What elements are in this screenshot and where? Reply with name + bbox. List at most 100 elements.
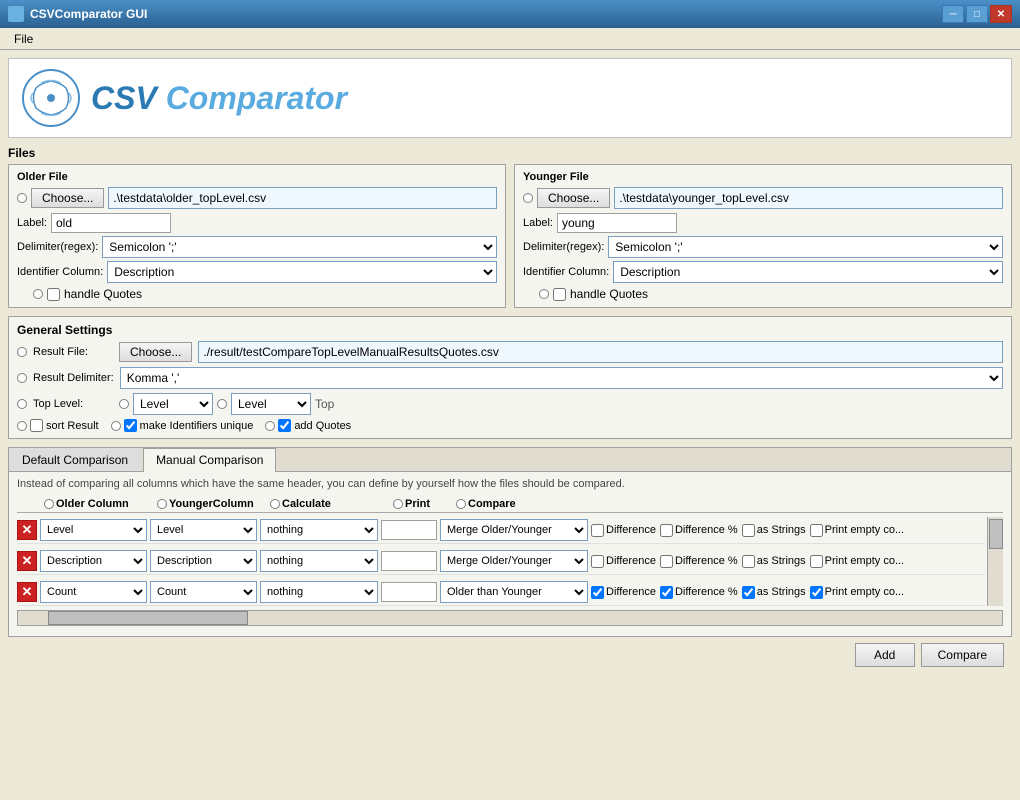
files-label: Files <box>8 146 1012 160</box>
result-file-radio[interactable] <box>17 347 27 357</box>
younger-file-path[interactable] <box>614 187 1003 209</box>
younger-label-input[interactable] <box>557 213 677 233</box>
diff-pct-label-row1[interactable]: Difference % <box>660 524 738 537</box>
older-file-radio[interactable] <box>17 193 27 203</box>
result-file-path[interactable] <box>198 341 1003 363</box>
diff-pct-checkbox-row3[interactable] <box>660 586 673 599</box>
diff-pct-checkbox-row1[interactable] <box>660 524 673 537</box>
younger-col-select-row2[interactable]: Description <box>150 550 257 572</box>
top-level-text: Top <box>315 397 334 411</box>
compare-button[interactable]: Compare <box>921 643 1004 667</box>
print-input-row1[interactable] <box>381 520 437 540</box>
as-strings-checkbox-row3[interactable] <box>742 586 755 599</box>
add-quotes-checkbox[interactable] <box>278 419 291 432</box>
sort-result-radio[interactable] <box>17 421 27 431</box>
younger-file-radio[interactable] <box>523 193 533 203</box>
result-delimiter-radio[interactable] <box>17 373 27 383</box>
logo-section: CSV Comparator <box>8 58 1012 138</box>
make-id-unique-radio[interactable] <box>111 421 121 431</box>
older-delimiter-select[interactable]: Semicolon ';' <box>102 236 497 258</box>
diff-label-row1[interactable]: Difference <box>591 524 656 537</box>
diff-checkbox-row3[interactable] <box>591 586 604 599</box>
merge-select-row1[interactable]: Merge Older/Younger <box>440 519 588 541</box>
maximize-button[interactable]: □ <box>966 5 988 23</box>
as-strings-label-row2[interactable]: as Strings <box>742 555 806 568</box>
diff-label-row2[interactable]: Difference <box>591 555 656 568</box>
sort-result-checkbox[interactable] <box>30 419 43 432</box>
older-file-group: Older File Choose... Label: Delimiter(re… <box>8 164 506 308</box>
result-delimiter-select[interactable]: Komma ',' <box>120 367 1003 389</box>
print-input-row2[interactable] <box>381 551 437 571</box>
minimize-button[interactable]: ─ <box>942 5 964 23</box>
younger-label-text: Label: <box>523 217 553 229</box>
tab-default-comparison[interactable]: Default Comparison <box>9 448 141 471</box>
younger-delimiter-select[interactable]: Semicolon ';' <box>608 236 1003 258</box>
younger-col-select-row3[interactable]: Count <box>150 581 257 603</box>
older-col-select-row2[interactable]: Description <box>40 550 147 572</box>
diff-checkbox-row1[interactable] <box>591 524 604 537</box>
delete-row-1-button[interactable]: ✕ <box>17 520 37 540</box>
result-file-label: Result File: <box>33 346 113 358</box>
diff-pct-label-row2[interactable]: Difference % <box>660 555 738 568</box>
top-level-select2-radio[interactable] <box>217 399 227 409</box>
delete-row-2-button[interactable]: ✕ <box>17 551 37 571</box>
diff-pct-checkbox-row2[interactable] <box>660 555 673 568</box>
merge-select-row2[interactable]: Merge Older/Younger <box>440 550 588 572</box>
print-empty-label-row2[interactable]: Print empty co... <box>810 555 904 568</box>
print-empty-checkbox-row3[interactable] <box>810 586 823 599</box>
older-choose-button[interactable]: Choose... <box>31 188 104 208</box>
as-strings-checkbox-row2[interactable] <box>742 555 755 568</box>
app-icon <box>8 6 24 22</box>
tab-manual-comparison[interactable]: Manual Comparison <box>143 448 276 472</box>
calculate-select-row2[interactable]: nothing <box>260 550 378 572</box>
diff-pct-label-row3[interactable]: Difference % <box>660 586 738 599</box>
calculate-select-row1[interactable]: nothing <box>260 519 378 541</box>
top-level-select1-radio[interactable] <box>119 399 129 409</box>
print-input-row3[interactable] <box>381 582 437 602</box>
calculate-select-row3[interactable]: nothing <box>260 581 378 603</box>
merge-select-row3[interactable]: Older than Younger <box>440 581 588 603</box>
older-file-path[interactable] <box>108 187 497 209</box>
younger-choose-button[interactable]: Choose... <box>537 188 610 208</box>
older-identifier-select[interactable]: Description <box>107 261 497 283</box>
add-button[interactable]: Add <box>855 643 915 667</box>
menu-file[interactable]: File <box>6 30 41 48</box>
logo-text: CSV Comparator <box>91 80 347 117</box>
result-file-choose-button[interactable]: Choose... <box>119 342 192 362</box>
col-header-delete <box>17 498 41 510</box>
make-id-unique-checkbox[interactable] <box>124 419 137 432</box>
top-level-select1[interactable]: Level <box>133 393 213 415</box>
older-label-input[interactable] <box>51 213 171 233</box>
older-col-select-row3[interactable]: Count <box>40 581 147 603</box>
younger-quotes-radio[interactable] <box>539 289 549 299</box>
younger-identifier-select[interactable]: Description <box>613 261 1003 283</box>
print-empty-label-row1[interactable]: Print empty co... <box>810 524 904 537</box>
h-scroll-thumb[interactable] <box>48 611 248 625</box>
top-level-radio[interactable] <box>17 399 27 409</box>
close-button[interactable]: ✕ <box>990 5 1012 23</box>
menu-bar: File <box>0 28 1020 50</box>
older-file-label: Older File <box>17 171 497 183</box>
diff-label-row3[interactable]: Difference <box>591 586 656 599</box>
horizontal-scrollbar[interactable] <box>17 610 1003 626</box>
older-quotes-radio[interactable] <box>33 289 43 299</box>
as-strings-checkbox-row1[interactable] <box>742 524 755 537</box>
print-empty-checkbox-row1[interactable] <box>810 524 823 537</box>
as-strings-label-row1[interactable]: as Strings <box>742 524 806 537</box>
older-label-text: Label: <box>17 217 47 229</box>
younger-col-select-row1[interactable]: Level <box>150 519 257 541</box>
print-empty-checkbox-row2[interactable] <box>810 555 823 568</box>
print-empty-label-row3[interactable]: Print empty co... <box>810 586 904 599</box>
top-level-select2[interactable]: Level <box>231 393 311 415</box>
tabs-header: Default Comparison Manual Comparison <box>9 448 1011 472</box>
delete-row-3-button[interactable]: ✕ <box>17 582 37 602</box>
title-bar-text: CSVComparator GUI <box>30 7 147 21</box>
older-col-select-row1[interactable]: Level <box>40 519 147 541</box>
vertical-scrollbar[interactable] <box>987 517 1003 606</box>
diff-checkbox-row2[interactable] <box>591 555 604 568</box>
add-quotes-radio[interactable] <box>265 421 275 431</box>
younger-handle-quotes-checkbox[interactable] <box>553 288 566 301</box>
as-strings-label-row3[interactable]: as Strings <box>742 586 806 599</box>
v-scroll-thumb[interactable] <box>989 519 1003 549</box>
older-handle-quotes-checkbox[interactable] <box>47 288 60 301</box>
